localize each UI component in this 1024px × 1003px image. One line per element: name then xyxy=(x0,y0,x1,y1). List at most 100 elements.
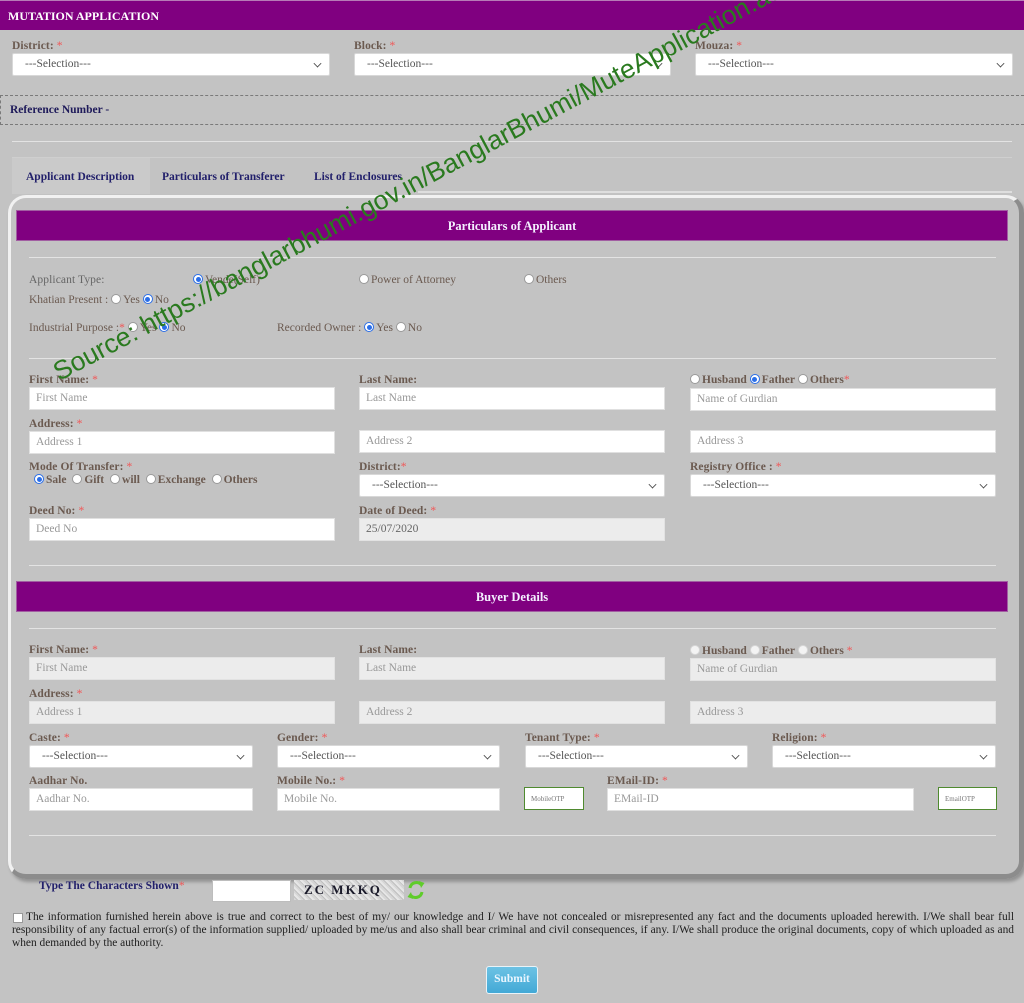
page-title: MUTATION APPLICATION xyxy=(8,9,160,23)
gift-radio[interactable] xyxy=(72,474,83,484)
husband-radio[interactable] xyxy=(690,374,700,384)
recorded-owner-no-radio[interactable] xyxy=(395,322,406,332)
industrial-no-radio[interactable] xyxy=(159,322,170,332)
radio-selected-icon[interactable] xyxy=(193,274,203,284)
divider xyxy=(29,835,996,836)
mouza-select[interactable]: ---Selection--- xyxy=(695,53,1013,76)
applicant-type-vende[interactable]: Vende(Self) xyxy=(193,274,260,286)
khatian-yes-radio[interactable] xyxy=(111,294,122,304)
father-radio[interactable] xyxy=(749,374,760,384)
registry-office-select[interactable]: ---Selection--- xyxy=(690,474,996,497)
district-select[interactable]: ---Selection--- xyxy=(12,53,330,76)
refresh-icon[interactable] xyxy=(406,879,426,901)
chevron-down-icon xyxy=(648,480,657,489)
applicant-type-label: Applicant Type: xyxy=(29,274,105,286)
radio-icon[interactable] xyxy=(524,274,534,284)
buyer-guardian-relation-group: Husband Father Others * xyxy=(690,645,852,657)
address-1-input[interactable]: Address 1 xyxy=(29,431,335,454)
buyer-address-3-input[interactable]: Address 3 xyxy=(690,701,996,724)
mobile-label: Mobile No.: * xyxy=(277,775,346,787)
others-transfer-radio[interactable] xyxy=(211,474,222,484)
mode-of-transfer-group: Sale Gift will Exchange Others xyxy=(34,474,257,486)
last-name-input[interactable]: Last Name xyxy=(359,387,665,410)
radio-icon[interactable] xyxy=(359,274,369,284)
gender-label: Gender: * xyxy=(277,732,328,744)
address-2-input[interactable]: Address 2 xyxy=(359,430,665,453)
applicant-type-others[interactable]: Others xyxy=(524,274,567,286)
captcha-label: Type The Characters Shown* xyxy=(39,880,185,892)
buyer-father-radio[interactable] xyxy=(749,645,760,655)
khatian-present-group: Khatian Present : Yes No xyxy=(29,294,169,306)
buyer-address-1-input[interactable]: Address 1 xyxy=(29,701,335,724)
khatian-present-label: Khatian Present : xyxy=(29,294,109,306)
recorded-owner-yes-radio[interactable] xyxy=(364,322,375,332)
buyer-first-name-input[interactable]: First Name xyxy=(29,657,335,680)
religion-label: Religion: * xyxy=(772,732,827,744)
recorded-owner-label: Recorded Owner : xyxy=(277,322,362,334)
captcha-input[interactable] xyxy=(212,880,291,902)
deed-no-label: Deed No: * xyxy=(29,505,85,517)
exchange-radio[interactable] xyxy=(145,474,156,484)
chevron-down-icon xyxy=(483,751,492,760)
others-radio[interactable] xyxy=(797,374,808,384)
divider xyxy=(29,358,996,359)
chevron-down-icon xyxy=(654,59,663,68)
chevron-down-icon xyxy=(236,751,245,760)
buyer-last-name-input[interactable]: Last Name xyxy=(359,657,665,680)
divider xyxy=(12,141,1012,142)
will-radio[interactable] xyxy=(110,474,121,484)
aadhar-input[interactable]: Aadhar No. xyxy=(29,788,253,811)
divider xyxy=(29,565,996,566)
religion-select[interactable]: ---Selection--- xyxy=(772,745,996,768)
chevron-down-icon xyxy=(996,59,1005,68)
submit-button[interactable]: Submit xyxy=(486,966,538,994)
mobile-otp-input[interactable]: MobileOTP xyxy=(524,787,584,810)
gender-select[interactable]: ---Selection--- xyxy=(277,745,500,768)
sale-radio[interactable] xyxy=(34,474,44,484)
address-label: Address: * xyxy=(29,418,83,430)
date-of-deed-label: Date of Deed: * xyxy=(359,505,437,517)
guardian-name-input[interactable]: Name of Gurdian xyxy=(690,388,996,411)
industrial-yes-radio[interactable] xyxy=(127,322,138,332)
first-name-input[interactable]: First Name xyxy=(29,387,335,410)
declaration-checkbox[interactable] xyxy=(13,913,23,923)
reference-number-box: Reference Number - xyxy=(0,95,1024,125)
date-of-deed-input[interactable]: 25/07/2020 xyxy=(359,518,665,541)
mouza-label: Mouza: * xyxy=(695,40,743,52)
mobile-input[interactable]: Mobile No. xyxy=(277,788,500,811)
email-otp-input[interactable]: EmailOTP xyxy=(938,787,997,810)
chevron-down-icon xyxy=(979,751,988,760)
buyer-husband-radio[interactable] xyxy=(690,645,700,655)
aadhar-label: Aadhar No. xyxy=(29,775,88,787)
tab-applicant-description[interactable]: Applicant Description xyxy=(12,158,150,194)
chevron-down-icon xyxy=(979,480,988,489)
recorded-owner-group: Recorded Owner : Yes No xyxy=(277,322,422,334)
deed-no-input[interactable]: Deed No xyxy=(29,518,335,541)
email-input[interactable]: EMail-ID xyxy=(607,788,914,811)
buyer-address-2-input[interactable]: Address 2 xyxy=(359,701,665,724)
industrial-purpose-label: Industrial Purpose : xyxy=(29,322,120,334)
applicant-district-select[interactable]: ---Selection--- xyxy=(359,474,665,497)
email-label: EMail-ID: * xyxy=(607,775,668,787)
tab-list-of-enclosures[interactable]: List of Enclosures xyxy=(314,158,402,194)
divider xyxy=(29,628,996,629)
block-label: Block: * xyxy=(354,40,396,52)
address-3-input[interactable]: Address 3 xyxy=(690,430,996,453)
buyer-first-name-label: First Name: * xyxy=(29,644,99,656)
applicant-type-power-of-attorney[interactable]: Power of Attorney xyxy=(359,274,456,286)
buyer-others-radio[interactable] xyxy=(797,645,808,655)
buyer-guardian-name-input[interactable]: Name of Gurdian xyxy=(690,658,996,681)
tenant-type-select[interactable]: ---Selection--- xyxy=(525,745,748,768)
section-header-applicant: Particulars of Applicant xyxy=(16,210,1008,241)
last-name-label: Last Name: xyxy=(359,374,418,386)
app-header: MUTATION APPLICATION xyxy=(0,0,1024,30)
block-select[interactable]: ---Selection--- xyxy=(354,53,671,76)
buyer-last-name-label: Last Name: xyxy=(359,644,418,656)
tab-bar: Applicant Description Particulars of Tra… xyxy=(12,157,1012,195)
industrial-purpose-group: Industrial Purpose :* Yes No xyxy=(29,322,186,334)
tab-particulars-of-transferer[interactable]: Particulars of Transferer xyxy=(162,158,285,194)
caste-select[interactable]: ---Selection--- xyxy=(29,745,253,768)
khatian-no-radio[interactable] xyxy=(142,294,153,304)
captcha-image: ZC MKKQ xyxy=(294,880,404,900)
first-name-label: First Name: * xyxy=(29,374,99,386)
